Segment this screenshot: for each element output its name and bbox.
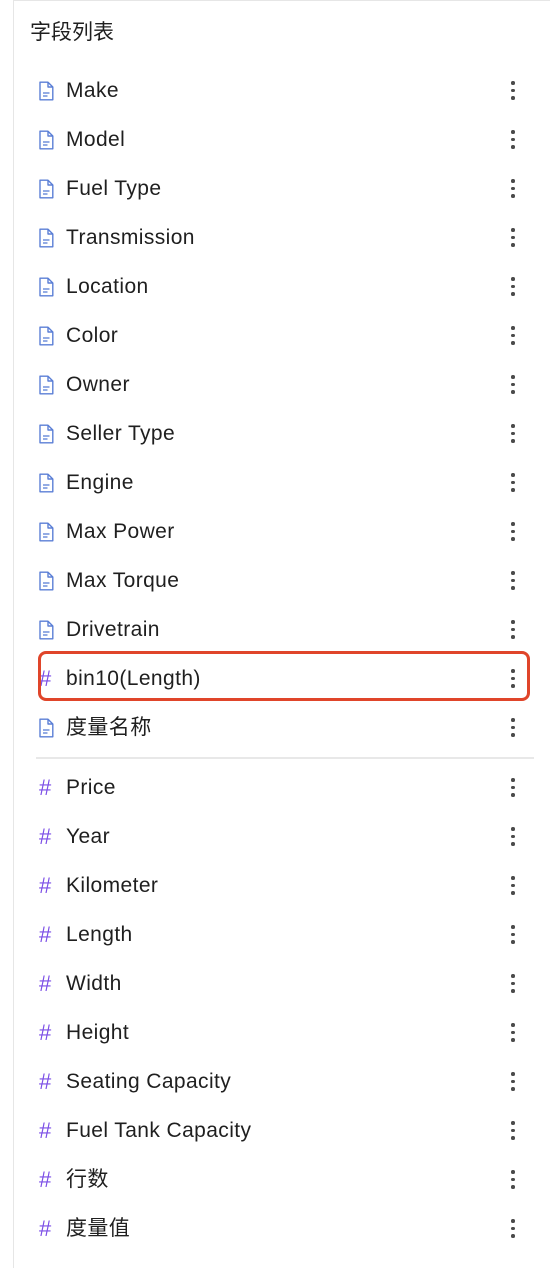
field-label: bin10(Length)	[66, 666, 201, 690]
hash-icon: #	[39, 921, 52, 947]
field-label: Make	[66, 78, 119, 102]
more-options-icon[interactable]	[498, 125, 528, 155]
more-options-icon[interactable]	[498, 419, 528, 449]
field-label: Color	[66, 323, 119, 347]
field-label: Length	[66, 922, 133, 946]
field-label: Drivetrain	[66, 617, 160, 641]
more-options-icon[interactable]	[498, 1116, 528, 1146]
text-file-icon	[38, 424, 66, 444]
field-item[interactable]: # 行数	[38, 1155, 528, 1204]
more-options-icon[interactable]	[498, 969, 528, 999]
field-item[interactable]: Model	[38, 115, 528, 164]
field-list-panel: 字段列表 Make Model Fuel Type Transmission Locat…	[13, 0, 550, 1268]
more-options-icon[interactable]	[498, 615, 528, 645]
more-options-icon[interactable]	[498, 822, 528, 852]
field-item[interactable]: # 度量值	[38, 1204, 528, 1253]
more-options-icon[interactable]	[498, 370, 528, 400]
field-label: Location	[66, 274, 149, 298]
hash-icon: #	[39, 872, 52, 898]
field-item[interactable]: # Height	[38, 1008, 528, 1057]
text-file-icon	[38, 375, 66, 395]
field-item[interactable]: # bin10(Length)	[38, 654, 528, 703]
field-label: Engine	[66, 470, 134, 494]
text-file-icon	[38, 718, 66, 738]
more-options-icon[interactable]	[498, 272, 528, 302]
hash-icon: #	[39, 970, 52, 996]
field-label: 度量名称	[66, 715, 152, 739]
more-options-icon[interactable]	[498, 1165, 528, 1195]
field-item[interactable]: Color	[38, 311, 528, 360]
field-item[interactable]: Transmission	[38, 213, 528, 262]
field-label: Fuel Type	[66, 176, 162, 200]
field-item[interactable]: # Year	[38, 812, 528, 861]
more-options-icon[interactable]	[498, 871, 528, 901]
text-file-icon	[38, 620, 66, 640]
text-file-icon	[38, 326, 66, 346]
hash-icon: #	[39, 1117, 52, 1143]
field-label: Fuel Tank Capacity	[66, 1118, 252, 1142]
field-label: Max Torque	[66, 568, 180, 592]
more-options-icon[interactable]	[498, 517, 528, 547]
field-item[interactable]: Fuel Type	[38, 164, 528, 213]
more-options-icon[interactable]	[498, 1067, 528, 1097]
field-label: Owner	[66, 372, 130, 396]
field-item[interactable]: Max Torque	[38, 556, 528, 605]
hash-icon: #	[39, 1166, 52, 1192]
text-file-icon	[38, 81, 66, 101]
field-label: Kilometer	[66, 873, 159, 897]
field-item[interactable]: # Seating Capacity	[38, 1057, 528, 1106]
more-options-icon[interactable]	[498, 174, 528, 204]
hash-icon: #	[39, 1215, 52, 1241]
more-options-icon[interactable]	[498, 773, 528, 803]
field-label: Model	[66, 127, 126, 151]
text-file-icon	[38, 228, 66, 248]
text-file-icon	[38, 571, 66, 591]
hash-icon: #	[39, 1019, 52, 1045]
more-options-icon[interactable]	[498, 664, 528, 694]
text-file-icon	[38, 473, 66, 493]
panel-title: 字段列表	[30, 21, 114, 44]
field-item[interactable]: Location	[38, 262, 528, 311]
field-label: Seller Type	[66, 421, 176, 445]
text-file-icon	[38, 179, 66, 199]
text-file-icon	[38, 130, 66, 150]
field-item[interactable]: # Width	[38, 959, 528, 1008]
more-options-icon[interactable]	[498, 321, 528, 351]
more-options-icon[interactable]	[498, 1214, 528, 1244]
field-item[interactable]: Make	[38, 66, 528, 115]
more-options-icon[interactable]	[498, 223, 528, 253]
text-file-icon	[38, 277, 66, 297]
field-label: Max Power	[66, 519, 175, 543]
more-options-icon[interactable]	[498, 566, 528, 596]
hash-icon: #	[39, 1068, 52, 1094]
field-label: Seating Capacity	[66, 1069, 232, 1093]
field-label: 行数	[66, 1167, 109, 1191]
field-label: Price	[66, 775, 116, 799]
hash-icon: #	[39, 774, 52, 800]
field-item[interactable]: Engine	[38, 458, 528, 507]
more-options-icon[interactable]	[498, 468, 528, 498]
hash-icon: #	[39, 665, 52, 691]
field-item[interactable]: Seller Type	[38, 409, 528, 458]
field-label: Year	[66, 824, 111, 848]
more-options-icon[interactable]	[498, 76, 528, 106]
field-item[interactable]: # Price	[38, 763, 528, 812]
field-item[interactable]: # Length	[38, 910, 528, 959]
more-options-icon[interactable]	[498, 920, 528, 950]
field-label: Transmission	[66, 225, 195, 249]
field-item[interactable]: # Fuel Tank Capacity	[38, 1106, 528, 1155]
more-options-icon[interactable]	[498, 713, 528, 743]
field-label: Width	[66, 971, 122, 995]
field-item[interactable]: Owner	[38, 360, 528, 409]
field-label: Height	[66, 1020, 130, 1044]
more-options-icon[interactable]	[498, 1018, 528, 1048]
text-file-icon	[38, 522, 66, 542]
section-divider	[36, 757, 534, 759]
field-label: 度量值	[66, 1216, 131, 1240]
field-item[interactable]: 度量名称	[38, 703, 528, 752]
field-item[interactable]: Max Power	[38, 507, 528, 556]
hash-icon: #	[39, 823, 52, 849]
field-item[interactable]: Drivetrain	[38, 605, 528, 654]
field-item[interactable]: # Kilometer	[38, 861, 528, 910]
